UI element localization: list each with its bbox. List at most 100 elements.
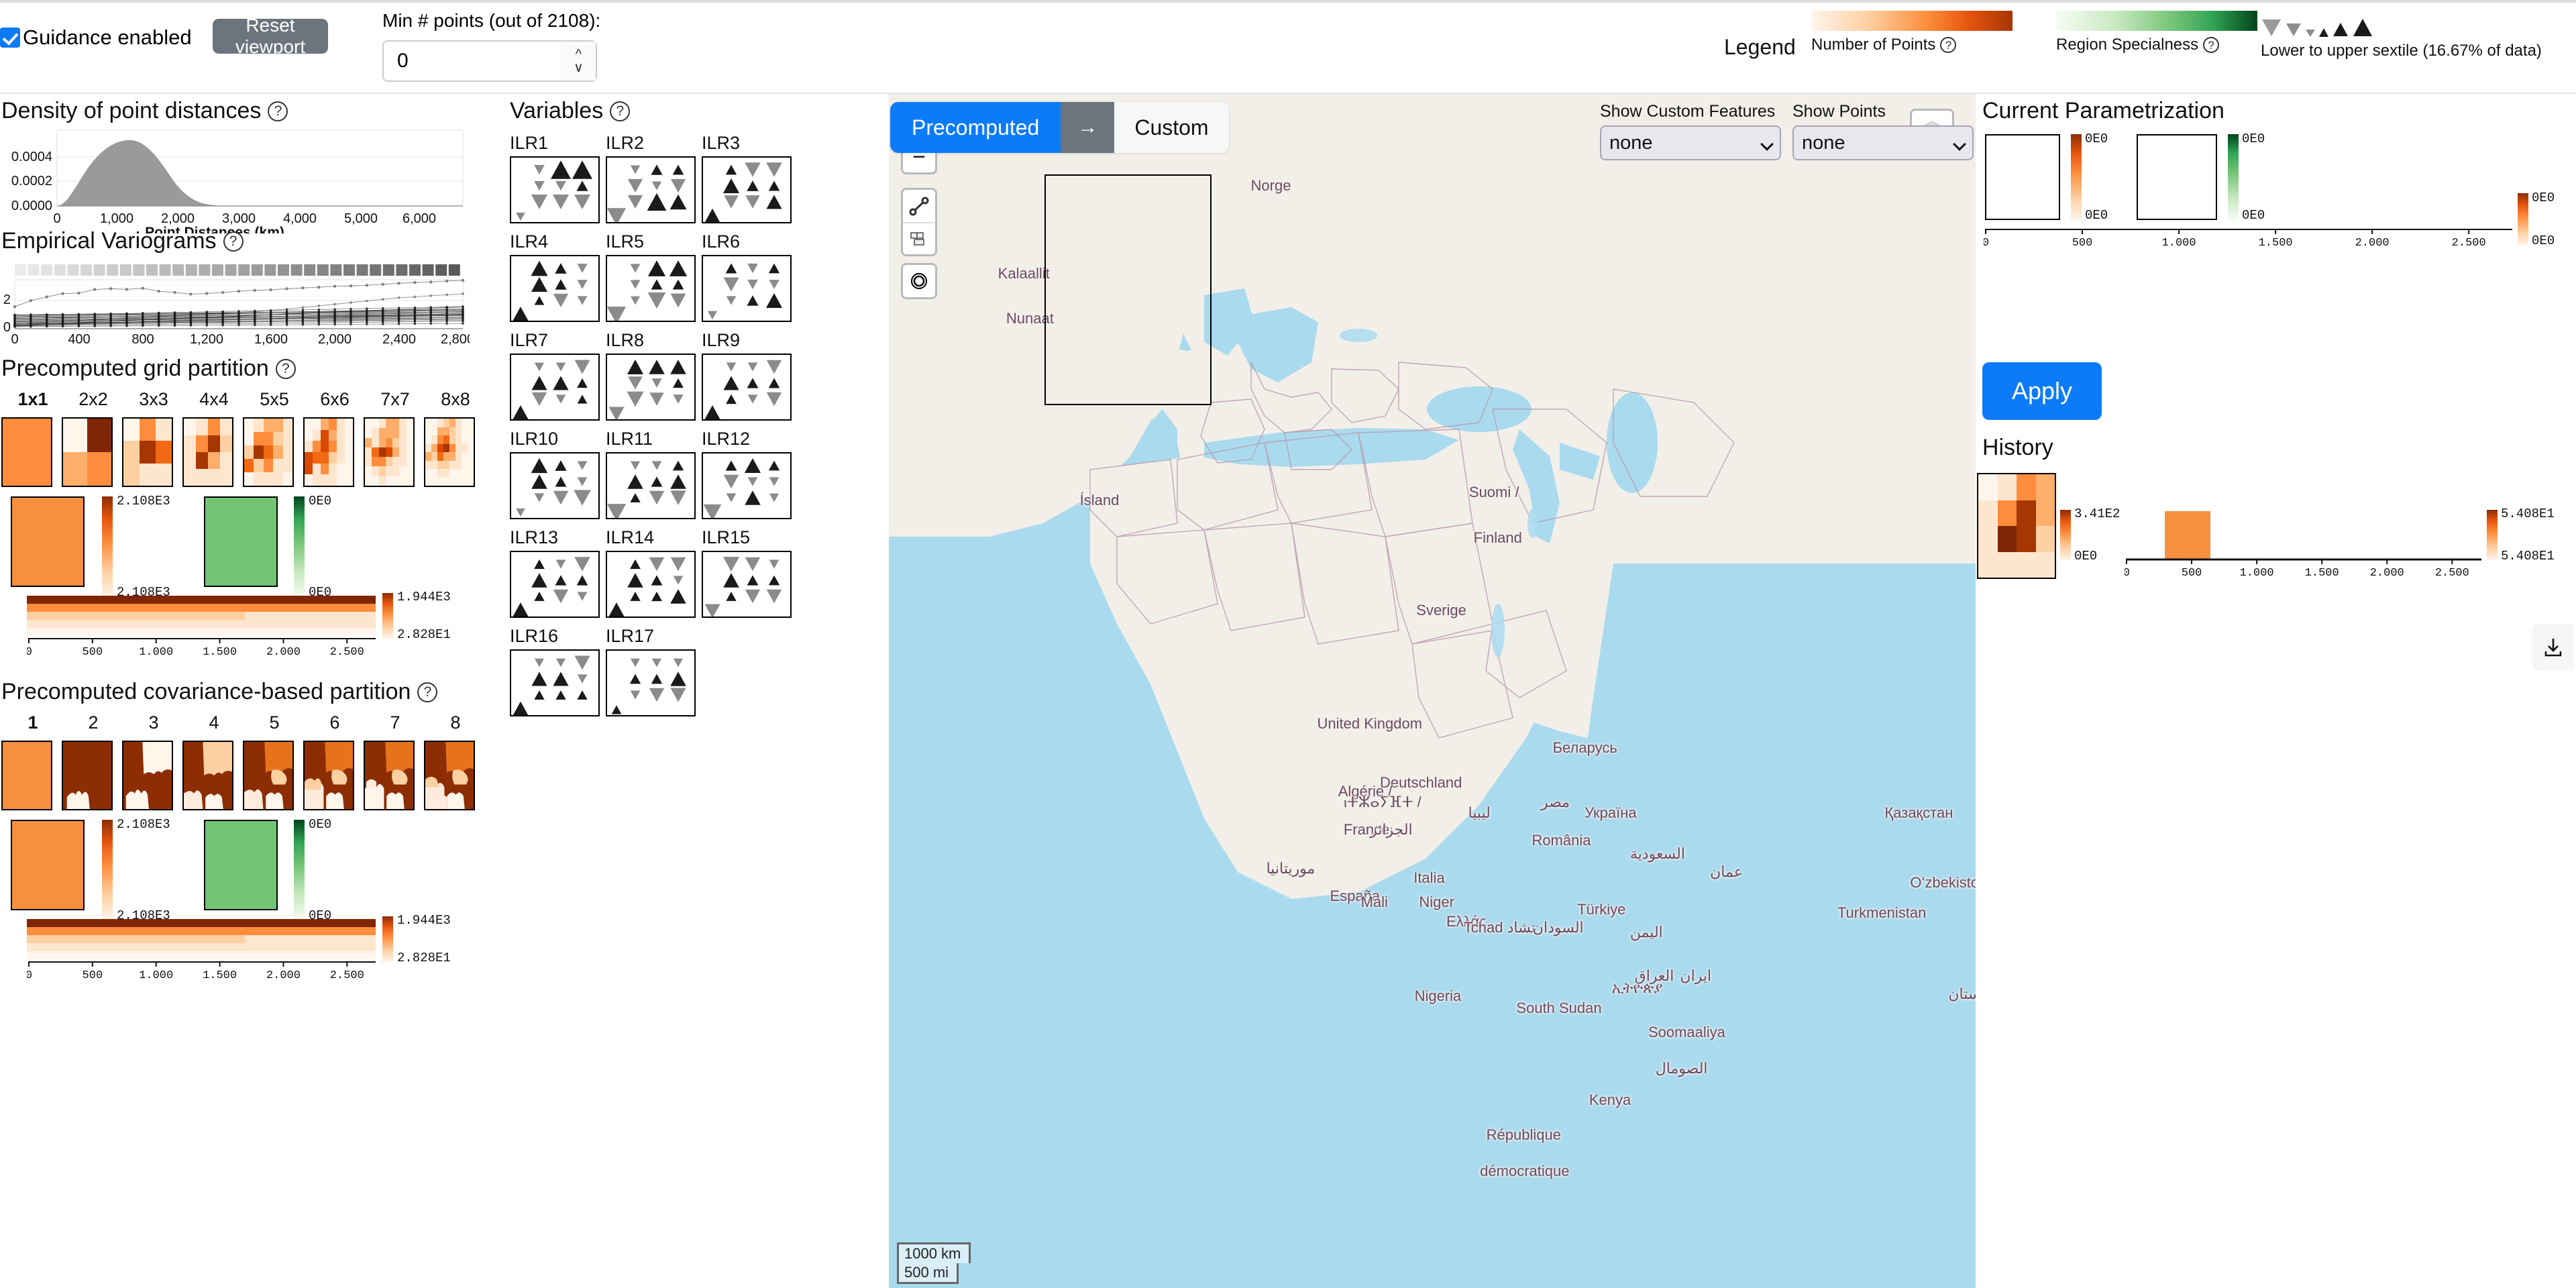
ilr-panel-ilr7[interactable]: ILR7 xyxy=(510,330,606,423)
show-points-dropdown-wrap[interactable]: none xyxy=(1792,125,1974,160)
ilr-triangle-plot[interactable] xyxy=(510,156,600,223)
ilr-triangle-plot[interactable] xyxy=(702,354,792,423)
apply-button[interactable]: Apply xyxy=(1982,362,2102,420)
help-icon[interactable]: ? xyxy=(610,101,631,121)
partition-option-1x1[interactable]: 1x1 xyxy=(3,389,63,410)
help-icon[interactable]: ? xyxy=(1940,37,1957,53)
ilr-panel-ilr17[interactable]: ILR17 xyxy=(606,626,702,716)
stepper-up-icon[interactable]: ^ xyxy=(576,48,582,61)
ilr-triangle-plot[interactable] xyxy=(606,452,696,521)
grid-thumb-3x3[interactable] xyxy=(122,417,173,487)
grid-variogram-heatmap[interactable] xyxy=(27,596,376,636)
ilr-panel-ilr13[interactable]: ILR13 xyxy=(510,527,606,620)
ilr-panel-ilr12[interactable]: ILR12 xyxy=(702,429,798,521)
ilr-panel-ilr10[interactable]: ILR10 xyxy=(510,429,606,519)
ilr-triangle-plot[interactable] xyxy=(702,255,792,322)
ilr-variable-grid[interactable]: ILR1 ILR2 ILR3 ILR4 ILR5 ILR6 ILR7 ILR8 ILR9 ILR1… xyxy=(510,133,798,724)
cov-thumb-7[interactable] xyxy=(364,741,415,810)
mode-segmented-control[interactable]: Precomputed → Custom xyxy=(890,102,1229,153)
show-points-select[interactable]: none xyxy=(1792,125,1974,160)
ilr-panel-ilr15[interactable]: ILR15 xyxy=(702,527,798,619)
grid-thumb-8x8[interactable] xyxy=(424,417,475,487)
guidance-checkbox[interactable] xyxy=(0,28,20,48)
help-icon[interactable]: ? xyxy=(2203,37,2220,53)
partition-option-3[interactable]: 3 xyxy=(123,712,184,733)
ilr-triangle-plot[interactable] xyxy=(510,255,600,324)
ilr-panel-ilr3[interactable]: ILR3 xyxy=(702,133,798,225)
measure-line-icon[interactable] xyxy=(903,190,935,222)
ilr-triangle-plot[interactable] xyxy=(606,354,696,421)
partition-option-5[interactable]: 5 xyxy=(244,712,305,733)
partition-option-5x5[interactable]: 5x5 xyxy=(244,389,305,410)
partition-option-7[interactable]: 7 xyxy=(365,712,425,733)
cov-thumb-1[interactable] xyxy=(1,741,52,810)
min-points-input[interactable] xyxy=(384,42,561,80)
history-thumbnail[interactable] xyxy=(1977,473,2056,579)
help-icon[interactable]: ? xyxy=(417,682,438,702)
ilr-panel-ilr1[interactable]: ILR1 xyxy=(510,133,606,223)
show-custom-features-select[interactable]: none xyxy=(1600,125,1781,160)
cp-points-map[interactable] xyxy=(1985,134,2060,220)
cov-thumb-4[interactable] xyxy=(182,741,233,810)
stepper-down-icon[interactable]: ∨ xyxy=(574,61,584,74)
viewport-selection-rectangle[interactable] xyxy=(1044,174,1212,405)
grid-selected-specialness-map[interactable] xyxy=(204,496,278,587)
map-view[interactable]: Norge Kalaallit Nunaat Ísland Suomi / Finland… xyxy=(889,94,1976,1288)
guidance-enabled-toggle[interactable]: Guidance enabled xyxy=(0,25,192,50)
ilr-panel-ilr6[interactable]: ILR6 xyxy=(702,231,798,322)
ilr-panel-ilr2[interactable]: ILR2 xyxy=(606,133,702,225)
target-locate-icon[interactable] xyxy=(903,265,935,297)
ilr-triangle-plot[interactable] xyxy=(510,649,600,718)
cov-thumb-5[interactable] xyxy=(243,741,294,810)
ilr-triangle-plot[interactable] xyxy=(702,452,792,521)
tab-arrow-icon[interactable]: → xyxy=(1061,102,1115,153)
help-icon[interactable]: ? xyxy=(275,358,296,379)
grid-selected-points-map[interactable] xyxy=(11,496,85,587)
grid-partition-thumbnails[interactable] xyxy=(1,417,484,487)
partition-option-4[interactable]: 4 xyxy=(184,712,244,733)
ilr-panel-ilr11[interactable]: ILR11 xyxy=(606,429,702,521)
help-icon[interactable]: ? xyxy=(268,101,288,121)
grid-partition-options[interactable]: 1x1 2x2 3x3 4x4 5x5 6x6 7x7 8x8 xyxy=(3,389,486,410)
cov-partition-thumbnails[interactable] xyxy=(1,741,484,810)
ilr-panel-ilr16[interactable]: ILR16 xyxy=(510,626,606,718)
ilr-panel-ilr4[interactable]: ILR4 xyxy=(510,231,606,324)
ilr-panel-ilr5[interactable]: ILR5 xyxy=(606,231,702,324)
grid-thumb-6x6[interactable] xyxy=(303,417,354,487)
locate-control[interactable] xyxy=(901,263,937,299)
cp-specialness-map[interactable] xyxy=(2137,134,2217,220)
partition-option-8x8[interactable]: 8x8 xyxy=(425,389,486,410)
ilr-triangle-plot[interactable] xyxy=(510,354,600,423)
grid-thumb-5x5[interactable] xyxy=(243,417,294,487)
cov-selected-points-map[interactable] xyxy=(11,820,85,910)
ilr-triangle-plot[interactable] xyxy=(606,551,696,620)
min-points-field[interactable]: ^ ∨ xyxy=(382,40,597,82)
tab-custom[interactable]: Custom xyxy=(1114,102,1229,153)
download-button[interactable] xyxy=(2532,624,2574,671)
partition-option-8[interactable]: 8 xyxy=(425,712,486,733)
ilr-panel-ilr14[interactable]: ILR14 xyxy=(606,527,702,620)
min-points-stepper[interactable]: ^ ∨ xyxy=(561,42,596,80)
help-icon[interactable]: ? xyxy=(223,231,244,252)
history-bar[interactable] xyxy=(2165,511,2210,559)
grid-thumb-2x2[interactable] xyxy=(62,417,113,487)
draw-rectangle-icon[interactable] xyxy=(903,222,935,254)
partition-option-7x7[interactable]: 7x7 xyxy=(365,389,425,410)
cov-thumb-3[interactable] xyxy=(122,741,173,810)
ilr-triangle-plot[interactable] xyxy=(510,452,600,519)
show-custom-features-dropdown-wrap[interactable]: none xyxy=(1600,125,1781,160)
partition-option-2x2[interactable]: 2x2 xyxy=(63,389,123,410)
draw-tools[interactable] xyxy=(901,188,937,256)
grid-thumb-7x7[interactable] xyxy=(364,417,415,487)
cov-thumb-2[interactable] xyxy=(62,741,113,810)
cov-partition-options[interactable]: 12345678 xyxy=(3,712,486,733)
ilr-panel-ilr9[interactable]: ILR9 xyxy=(702,330,798,423)
partition-option-3x3[interactable]: 3x3 xyxy=(123,389,184,410)
partition-option-6[interactable]: 6 xyxy=(305,712,365,733)
partition-option-6x6[interactable]: 6x6 xyxy=(305,389,365,410)
cov-selected-specialness-map[interactable] xyxy=(204,820,278,910)
ilr-triangle-plot[interactable] xyxy=(606,649,696,716)
partition-option-4x4[interactable]: 4x4 xyxy=(184,389,244,410)
ilr-triangle-plot[interactable] xyxy=(702,156,792,225)
cov-variogram-heatmap[interactable] xyxy=(27,919,376,959)
